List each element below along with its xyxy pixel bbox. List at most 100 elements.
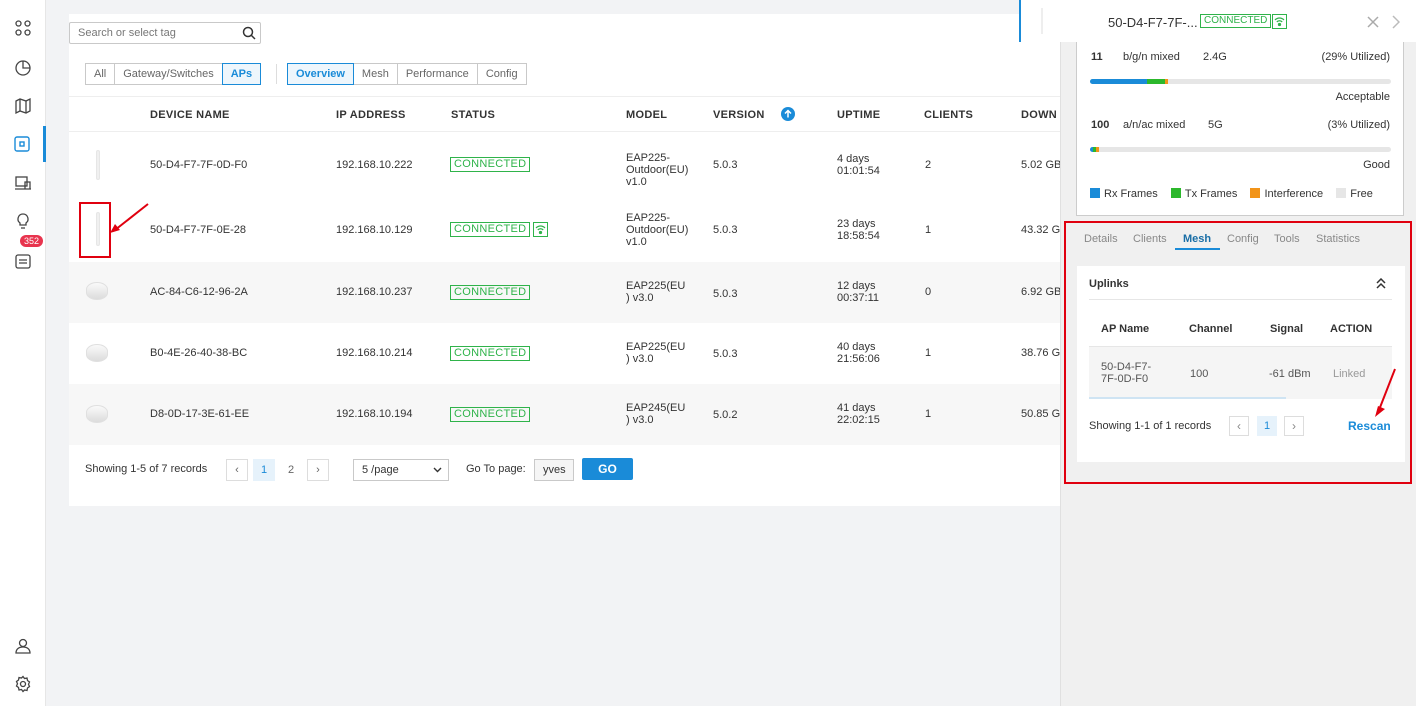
highlight-box (79, 202, 111, 258)
next-page-button[interactable]: › (307, 459, 329, 481)
col-device-name[interactable]: DEVICE NAME (150, 109, 230, 121)
device-name[interactable]: B0-4E-26-40-38-BC (150, 347, 247, 359)
goto-page-input[interactable]: yves (534, 459, 574, 481)
col-clients[interactable]: CLIENTS (924, 109, 973, 121)
tab-config[interactable]: Config (476, 63, 527, 85)
prev-page-button[interactable]: ‹ (226, 459, 248, 481)
mesh-wifi-icon (533, 222, 549, 237)
status-badge: CONNECTED (450, 222, 531, 237)
ap-ceiling-image (86, 405, 108, 423)
uptime: 40 days 21:56:06 (837, 341, 880, 365)
down: 43.32 G (1021, 224, 1061, 236)
ap-ceiling-image (86, 344, 108, 362)
logs-icon[interactable]: 352 (0, 235, 46, 279)
col-uptime[interactable]: UPTIME (837, 109, 880, 121)
col-down[interactable]: DOWN (1021, 109, 1057, 121)
radio2-channel: 100 (1091, 119, 1110, 131)
tx-frames-fill (1147, 79, 1166, 84)
model: EAP245(EU) v3.0 (626, 402, 686, 426)
device-name[interactable]: D8-0D-17-3E-61-EE (150, 408, 249, 420)
tab-mesh[interactable]: Mesh (352, 63, 398, 85)
status-badge: CONNECTED (450, 407, 531, 422)
tab-aps[interactable]: APs (221, 63, 262, 85)
settings-gear-icon[interactable] (0, 666, 46, 702)
ip-address: 192.168.10.222 (336, 159, 413, 171)
tab-gateway-switches[interactable]: Gateway/Switches (114, 63, 223, 85)
col-status[interactable]: STATUS (451, 109, 495, 121)
device-name[interactable]: 50-D4-F7-7F-0D-F0 (150, 159, 247, 171)
page-size-select[interactable]: 5 /page (353, 459, 449, 481)
col-model[interactable]: MODEL (626, 109, 667, 121)
legend-free: Free (1336, 188, 1373, 200)
tag-search-field[interactable] (69, 22, 261, 44)
mesh-wifi-icon (1272, 14, 1287, 29)
table-row[interactable]: D8-0D-17-3E-61-EE 192.168.10.194 CONNECT… (69, 384, 1064, 445)
statistics-icon[interactable] (0, 50, 46, 86)
chevron-right-icon[interactable] (1392, 15, 1400, 29)
page-size-value: 5 /page (362, 464, 399, 476)
model: EAP225- Outdoor(EU) v1.0 (626, 212, 689, 248)
tab-all[interactable]: All (85, 63, 116, 85)
close-icon[interactable] (1367, 16, 1379, 28)
map-icon[interactable] (0, 88, 46, 124)
down: 6.92 GB (1021, 286, 1062, 298)
radio2-bar (1090, 147, 1391, 152)
version: 5.0.2 (713, 409, 738, 421)
clients: 1 (925, 224, 932, 236)
radio1-channel: 11 (1091, 51, 1103, 63)
legend-interference: Interference (1250, 188, 1323, 200)
ip-address: 192.168.10.194 (336, 408, 413, 420)
upgrade-arrow-icon[interactable] (781, 107, 795, 124)
tab-overview[interactable]: Overview (287, 63, 354, 85)
tag-search-input[interactable] (70, 23, 230, 43)
down: 5.02 GB (1021, 159, 1062, 171)
insight-icon[interactable] (0, 203, 46, 239)
clients-icon[interactable] (0, 165, 46, 201)
interference-fill (1165, 79, 1169, 84)
account-icon[interactable] (0, 628, 46, 664)
left-nav: 352 (0, 0, 46, 706)
model: EAP225- Outdoor(EU) v1.0 (626, 152, 689, 188)
legend-tx: Tx Frames (1170, 188, 1237, 200)
model: EAP225(EU) v3.0 (626, 341, 686, 365)
down: 50.85 G (1021, 408, 1061, 420)
ap-ceiling-image (86, 282, 108, 300)
uptime: 41 days 22:02:15 (837, 402, 880, 426)
goto-label: Go To page: (466, 463, 526, 475)
legend-rx: Rx Frames (1090, 188, 1158, 200)
panel-device-title: 50-D4-F7-7F-... (1108, 15, 1198, 30)
device-name[interactable]: 50-D4-F7-7F-0E-28 (150, 224, 246, 236)
radio2-mode: a/n/ac mixed (1123, 119, 1186, 131)
tab-performance[interactable]: Performance (396, 63, 478, 85)
radio-utilization-card: 11 b/g/n mixed 2.4G (29% Utilized) Accep… (1076, 42, 1404, 216)
utilization-legend: Rx Frames Tx Frames Interference Free (1090, 188, 1373, 200)
dashboard-icon[interactable] (0, 10, 46, 46)
uptime: 4 days 01:01:54 (837, 153, 880, 177)
devices-icon[interactable] (0, 126, 46, 162)
page-2-button[interactable]: 2 (280, 459, 302, 481)
search-icon[interactable] (242, 26, 256, 43)
status-badge: CONNECTED (450, 346, 531, 361)
interference-fill (1096, 147, 1100, 152)
table-row[interactable]: 50-D4-F7-7F-0D-F0 192.168.10.222 CONNECT… (69, 132, 1064, 198)
radio1-bar (1090, 79, 1391, 84)
radio2-band: 5G (1208, 119, 1223, 131)
page-1-button[interactable]: 1 (253, 459, 275, 481)
table-row[interactable]: AC-84-C6-12-96-2A 192.168.10.237 CONNECT… (69, 262, 1064, 323)
status-badge: CONNECTED (450, 285, 531, 300)
annotation-arrow-icon (1375, 368, 1396, 417)
version: 5.0.3 (713, 348, 738, 360)
go-button[interactable]: GO (582, 458, 633, 480)
device-name[interactable]: AC-84-C6-12-96-2A (150, 286, 248, 298)
table-row[interactable]: 50-D4-F7-7F-0E-28 192.168.10.129 CONNECT… (69, 198, 1064, 262)
version: 5.0.3 (713, 224, 738, 236)
col-ip-address[interactable]: IP ADDRESS (336, 109, 406, 121)
status-badge: CONNECTED (450, 157, 531, 172)
radio1-utilization: (29% Utilized) (1321, 51, 1390, 63)
ip-address: 192.168.10.214 (336, 347, 413, 359)
table-header: DEVICE NAME IP ADDRESS STATUS MODEL VERS… (69, 96, 1064, 132)
table-row[interactable]: B0-4E-26-40-38-BC 192.168.10.214 CONNECT… (69, 323, 1064, 384)
col-version[interactable]: VERSION (713, 109, 765, 121)
radio2-rating: Good (1363, 159, 1390, 171)
clients: 1 (925, 408, 932, 420)
